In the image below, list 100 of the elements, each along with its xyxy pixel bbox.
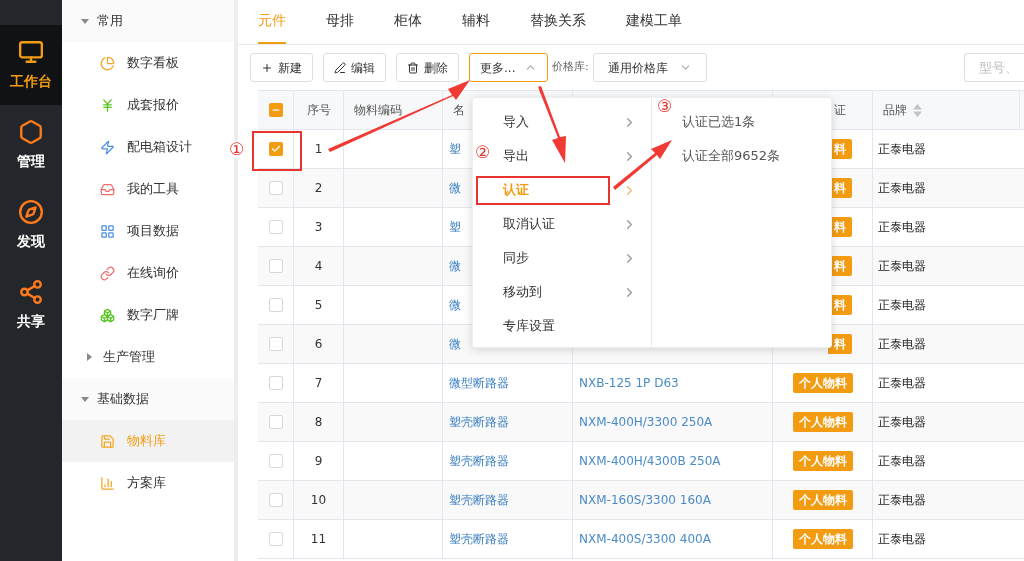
- table-cell-text: 2: [314, 180, 323, 197]
- name-link[interactable]: 微: [449, 335, 461, 353]
- name-link[interactable]: 塑: [449, 140, 461, 158]
- menu-item[interactable]: 导出: [503, 146, 529, 166]
- row-checkbox[interactable]: [268, 415, 283, 429]
- row-checkbox[interactable]: [268, 493, 283, 507]
- name-link[interactable]: 微: [449, 179, 461, 197]
- plus-icon: [261, 61, 273, 74]
- model-link[interactable]: NXM-400H/3300 250A: [579, 413, 713, 431]
- row-checkbox[interactable]: [268, 220, 283, 234]
- more-button[interactable]: 更多...: [469, 53, 548, 82]
- tag: 个人物料: [793, 529, 853, 549]
- pen-icon: [334, 61, 346, 74]
- table-cell-text: 正泰电器: [878, 375, 926, 392]
- toolbar-button[interactable]: 新建: [250, 53, 313, 82]
- trash-icon: [407, 61, 419, 74]
- column-header: 序号: [306, 102, 331, 119]
- row-checkbox[interactable]: [268, 454, 283, 468]
- sidebar-group[interactable]: 生产管理: [62, 336, 234, 378]
- row-checkbox[interactable]: [268, 181, 283, 195]
- highlight-frame: [252, 131, 302, 171]
- table-cell-text: 正泰电器: [878, 258, 926, 275]
- name-link[interactable]: 微: [449, 296, 461, 314]
- sidebar-item[interactable]: 在线询价: [62, 252, 234, 294]
- select-all-checkbox[interactable]: [268, 103, 283, 117]
- nav-rail-item[interactable]: 共享: [0, 265, 62, 345]
- bar-chart-icon: [100, 475, 115, 491]
- row-checkbox[interactable]: [268, 337, 283, 351]
- tab[interactable]: 建模工单: [626, 0, 682, 44]
- name-link[interactable]: 塑壳断路器: [449, 452, 509, 470]
- name-link[interactable]: 微型断路器: [449, 374, 509, 392]
- menu-item[interactable]: 同步: [503, 248, 529, 268]
- sidebar-item[interactable]: 方案库: [62, 462, 234, 504]
- tag: 个人物料: [793, 490, 853, 510]
- menu-item[interactable]: 专库设置: [503, 316, 555, 336]
- model-link[interactable]: NXM-400H/4300B 250A: [579, 452, 721, 470]
- sidebar-item[interactable]: 数字看板: [62, 42, 234, 84]
- sidebar-item[interactable]: 数字厂牌: [62, 294, 234, 336]
- tag: 个人物料: [793, 451, 853, 471]
- sidebar-item[interactable]: 成套报价: [62, 84, 234, 126]
- name-link[interactable]: 塑壳断路器: [449, 413, 509, 431]
- floppy-icon: [100, 433, 115, 449]
- model-link[interactable]: NXB-125 1P D63: [579, 374, 679, 392]
- column-header: 名: [453, 102, 465, 119]
- menu-item[interactable]: 导入: [503, 112, 529, 132]
- row-checkbox[interactable]: [268, 376, 283, 390]
- submenu-item[interactable]: 认证全部9652条: [682, 146, 781, 166]
- table-cell-text: 4: [314, 258, 323, 275]
- table-cell-text: 9: [314, 453, 323, 470]
- toolbar-button[interactable]: 编辑: [323, 53, 386, 82]
- table-cell-text: 3: [314, 219, 323, 236]
- row-checkbox[interactable]: [268, 142, 283, 156]
- menu-item[interactable]: 移动到: [503, 282, 542, 302]
- nav-rail-item[interactable]: 工作台: [0, 25, 62, 105]
- column-header: 物料编码: [354, 102, 402, 119]
- table-cell-text: 8: [314, 414, 323, 431]
- name-link[interactable]: 微: [449, 257, 461, 275]
- tab[interactable]: 母排: [326, 0, 354, 44]
- price-library-label: 价格库:: [552, 59, 589, 76]
- price-library-select[interactable]: 通用价格库: [592, 53, 707, 82]
- sidebar-item[interactable]: 我的工具: [62, 168, 234, 210]
- tab[interactable]: 替换关系: [530, 0, 586, 44]
- sidebar-item[interactable]: 项目数据: [62, 210, 234, 252]
- link-icon: [100, 265, 115, 281]
- share-icon: [18, 278, 44, 305]
- step-marker: ①: [229, 141, 245, 158]
- toolbar-button[interactable]: 删除: [396, 53, 459, 82]
- nav-rail-item[interactable]: 发现: [0, 185, 62, 265]
- row-checkbox[interactable]: [268, 532, 283, 546]
- table-cell-text: 正泰电器: [878, 141, 926, 158]
- column-header: 证: [834, 102, 846, 119]
- nav-rail-item[interactable]: 管理: [0, 105, 62, 185]
- table-cell-text: 1: [314, 141, 323, 158]
- table-cell-text: 6: [314, 336, 323, 353]
- step-marker: ③: [657, 98, 673, 115]
- search-field[interactable]: 型号、: [964, 53, 1024, 82]
- model-link[interactable]: NXM-160S/3300 160A: [579, 491, 711, 509]
- chart-pie-icon: [100, 55, 115, 71]
- table-cell-text: 5: [314, 297, 323, 314]
- row-checkbox[interactable]: [268, 259, 283, 273]
- row-checkbox[interactable]: [268, 298, 283, 312]
- name-link[interactable]: 塑: [449, 218, 461, 236]
- name-link[interactable]: 塑壳断路器: [449, 530, 509, 548]
- step-marker: ②: [475, 144, 491, 161]
- arrow: [613, 140, 672, 190]
- table-cell-text: 正泰电器: [878, 492, 926, 509]
- sidebar-group[interactable]: 常用: [62, 0, 234, 42]
- menu-item[interactable]: 取消认证: [503, 214, 555, 234]
- tab[interactable]: 柜体: [394, 0, 422, 44]
- model-link[interactable]: NXM-400S/3300 400A: [579, 530, 711, 548]
- tab[interactable]: 辅料: [462, 0, 490, 44]
- lightning-icon: [100, 139, 115, 155]
- table-cell-text: 正泰电器: [878, 180, 926, 197]
- table-cell-text: 正泰电器: [878, 336, 926, 353]
- check-icon: [270, 144, 281, 154]
- submenu-item[interactable]: 认证已选1条: [682, 112, 756, 132]
- monitor-icon: [18, 38, 44, 65]
- table-cell-text: 11: [310, 531, 327, 548]
- sidebar-group[interactable]: 基础数据: [62, 378, 234, 420]
- name-link[interactable]: 塑壳断路器: [449, 491, 509, 509]
